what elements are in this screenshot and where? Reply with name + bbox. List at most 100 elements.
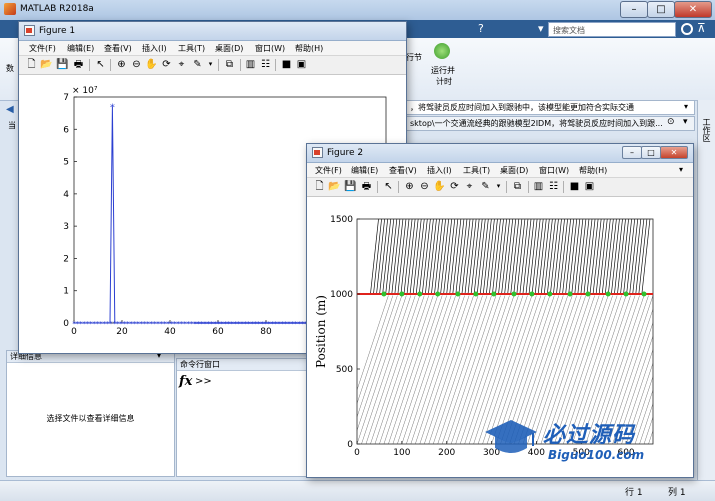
zoom-out-icon[interactable]: ⊖ — [418, 180, 431, 193]
menu-window[interactable]: 窗口(W) — [539, 165, 569, 176]
data-cursor-icon[interactable]: ⌖ — [463, 180, 476, 193]
open-file-icon[interactable]: 📂 — [328, 180, 341, 193]
expand-icon[interactable]: ⊼ — [697, 21, 706, 35]
y-tick-label: 1500 — [330, 215, 353, 225]
status-bar: 行 1 列 1 — [0, 480, 715, 501]
hide-plot-tools-icon[interactable]: ■ — [568, 180, 581, 193]
trajectory-line — [361, 295, 412, 445]
legend-icon[interactable]: ☷ — [547, 180, 560, 193]
menu-tools[interactable]: 工具(T) — [463, 165, 490, 176]
green-marker — [417, 291, 423, 297]
menu-desktop[interactable]: 桌面(D) — [215, 43, 243, 54]
green-marker — [567, 291, 573, 297]
y-tick-label: 3 — [63, 222, 69, 232]
zoom-in-icon[interactable]: ⊕ — [403, 180, 416, 193]
link-plot-icon[interactable]: ⧉ — [511, 180, 524, 193]
brush-dropdown-icon[interactable]: ▾ — [204, 58, 217, 71]
main-title-bar: MATLAB R2018a – □ ✕ — [0, 0, 715, 21]
menu-view[interactable]: 查看(V) — [104, 43, 132, 54]
green-marker — [547, 291, 553, 297]
print-icon[interactable]: 🖶 — [360, 180, 373, 193]
toolbar-separator — [110, 59, 111, 71]
search-icon[interactable] — [681, 23, 693, 35]
y-exponent-label: × 10⁷ — [72, 86, 98, 96]
search-documentation-input[interactable]: 搜索文档 — [548, 22, 676, 37]
save-icon[interactable]: 💾 — [56, 58, 69, 71]
menu-help[interactable]: 帮助(H) — [579, 165, 607, 176]
brush-icon[interactable]: ✎ — [479, 180, 492, 193]
menu-file[interactable]: 文件(F) — [315, 165, 342, 176]
minimize-button[interactable]: – — [620, 1, 648, 18]
y-tick-label: 1 — [63, 287, 69, 297]
command-window[interactable]: 命令行窗口 fx >> — [176, 358, 308, 477]
show-plot-tools-icon[interactable]: ▣ — [295, 58, 308, 71]
trajectory-line — [406, 295, 456, 445]
dropdown-icon[interactable]: ▾ — [538, 22, 544, 35]
maximize-button[interactable]: □ — [647, 1, 675, 18]
rotate-icon[interactable]: ⟳ — [160, 58, 173, 71]
trajectory-line — [392, 295, 443, 445]
edit-plot-icon[interactable]: ↖ — [382, 180, 395, 193]
rotate-icon[interactable]: ⟳ — [448, 180, 461, 193]
green-marker — [585, 291, 591, 297]
trajectory-line — [379, 295, 429, 445]
run-section-label[interactable]: 行节 — [406, 52, 422, 63]
figure-2-title-bar[interactable]: Figure 2 – □ ✕ — [307, 144, 693, 163]
x-tick-label: 0 — [71, 327, 77, 337]
address-path-field[interactable]: ，将驾驶员反应时间加入到跟驰中，该模型能更加符合实际交通 — [405, 100, 695, 115]
brush-dropdown-icon[interactable]: ▾ — [492, 180, 505, 193]
hide-plot-tools-icon[interactable]: ■ — [280, 58, 293, 71]
figure-2-close-button[interactable]: ✕ — [660, 146, 688, 159]
link-plot-icon[interactable]: ⧉ — [223, 58, 236, 71]
show-plot-tools-icon[interactable]: ▣ — [583, 180, 596, 193]
open-file-icon[interactable]: 📂 — [40, 58, 53, 71]
trajectory-line — [424, 295, 474, 445]
pan-icon[interactable]: ✋ — [145, 58, 158, 71]
data-cursor-icon[interactable]: ⌖ — [175, 58, 188, 71]
new-figure-icon[interactable]: 🗋 — [313, 180, 326, 193]
save-icon[interactable]: 💾 — [344, 180, 357, 193]
help-icon[interactable]: ? — [478, 22, 484, 35]
path-menu-icon[interactable]: ▾ — [683, 117, 688, 127]
menubar-overflow-icon[interactable]: ▾ — [679, 165, 683, 174]
path-dropdown-icon[interactable]: ▾ — [684, 102, 688, 111]
trajectory-line — [397, 295, 447, 445]
menu-help[interactable]: 帮助(H) — [295, 43, 323, 54]
menu-desktop[interactable]: 桌面(D) — [500, 165, 528, 176]
workspace-side-panel[interactable] — [697, 100, 715, 480]
menu-window[interactable]: 窗口(W) — [255, 43, 285, 54]
path-action-icon[interactable]: ⊙ — [667, 117, 675, 127]
trajectory-line — [437, 295, 488, 445]
zoom-in-icon[interactable]: ⊕ — [115, 58, 128, 71]
function-browser-icon[interactable]: fx — [179, 374, 192, 389]
run-and-time-label-1[interactable]: 运行并 — [431, 65, 455, 76]
figure-2-maximize-button[interactable]: □ — [641, 146, 661, 159]
new-figure-icon[interactable]: 🗋 — [25, 58, 38, 71]
colorbar-icon[interactable]: ▥ — [532, 180, 545, 193]
menu-insert[interactable]: 插入(I) — [142, 43, 167, 54]
x-tick-label: 20 — [116, 327, 128, 337]
print-icon[interactable]: 🖶 — [72, 58, 85, 71]
brush-icon[interactable]: ✎ — [191, 58, 204, 71]
edit-plot-icon[interactable]: ↖ — [94, 58, 107, 71]
workspace-tab-label[interactable]: 工作区 — [699, 118, 711, 142]
colorbar-icon[interactable]: ▥ — [244, 58, 257, 71]
close-button[interactable]: ✕ — [674, 1, 712, 18]
green-marker — [381, 291, 387, 297]
legend-icon[interactable]: ☷ — [259, 58, 272, 71]
run-and-time-icon[interactable] — [434, 43, 450, 59]
menu-insert[interactable]: 插入(I) — [427, 165, 452, 176]
menu-file[interactable]: 文件(F) — [29, 43, 56, 54]
zoom-out-icon[interactable]: ⊖ — [130, 58, 143, 71]
figure-2-minimize-button[interactable]: – — [622, 146, 642, 159]
run-and-time-label-2[interactable]: 计时 — [436, 76, 452, 87]
menu-tools[interactable]: 工具(T) — [178, 43, 205, 54]
figure-1-title-bar[interactable]: Figure 1 — [19, 22, 406, 41]
toolbar-separator — [377, 181, 378, 193]
back-arrow-icon[interactable]: ◀ — [6, 104, 14, 115]
menu-edit[interactable]: 编辑(E) — [67, 43, 94, 54]
menu-view[interactable]: 查看(V) — [389, 165, 417, 176]
pan-icon[interactable]: ✋ — [433, 180, 446, 193]
menu-edit[interactable]: 编辑(E) — [351, 165, 378, 176]
trajectory-line — [410, 295, 461, 445]
